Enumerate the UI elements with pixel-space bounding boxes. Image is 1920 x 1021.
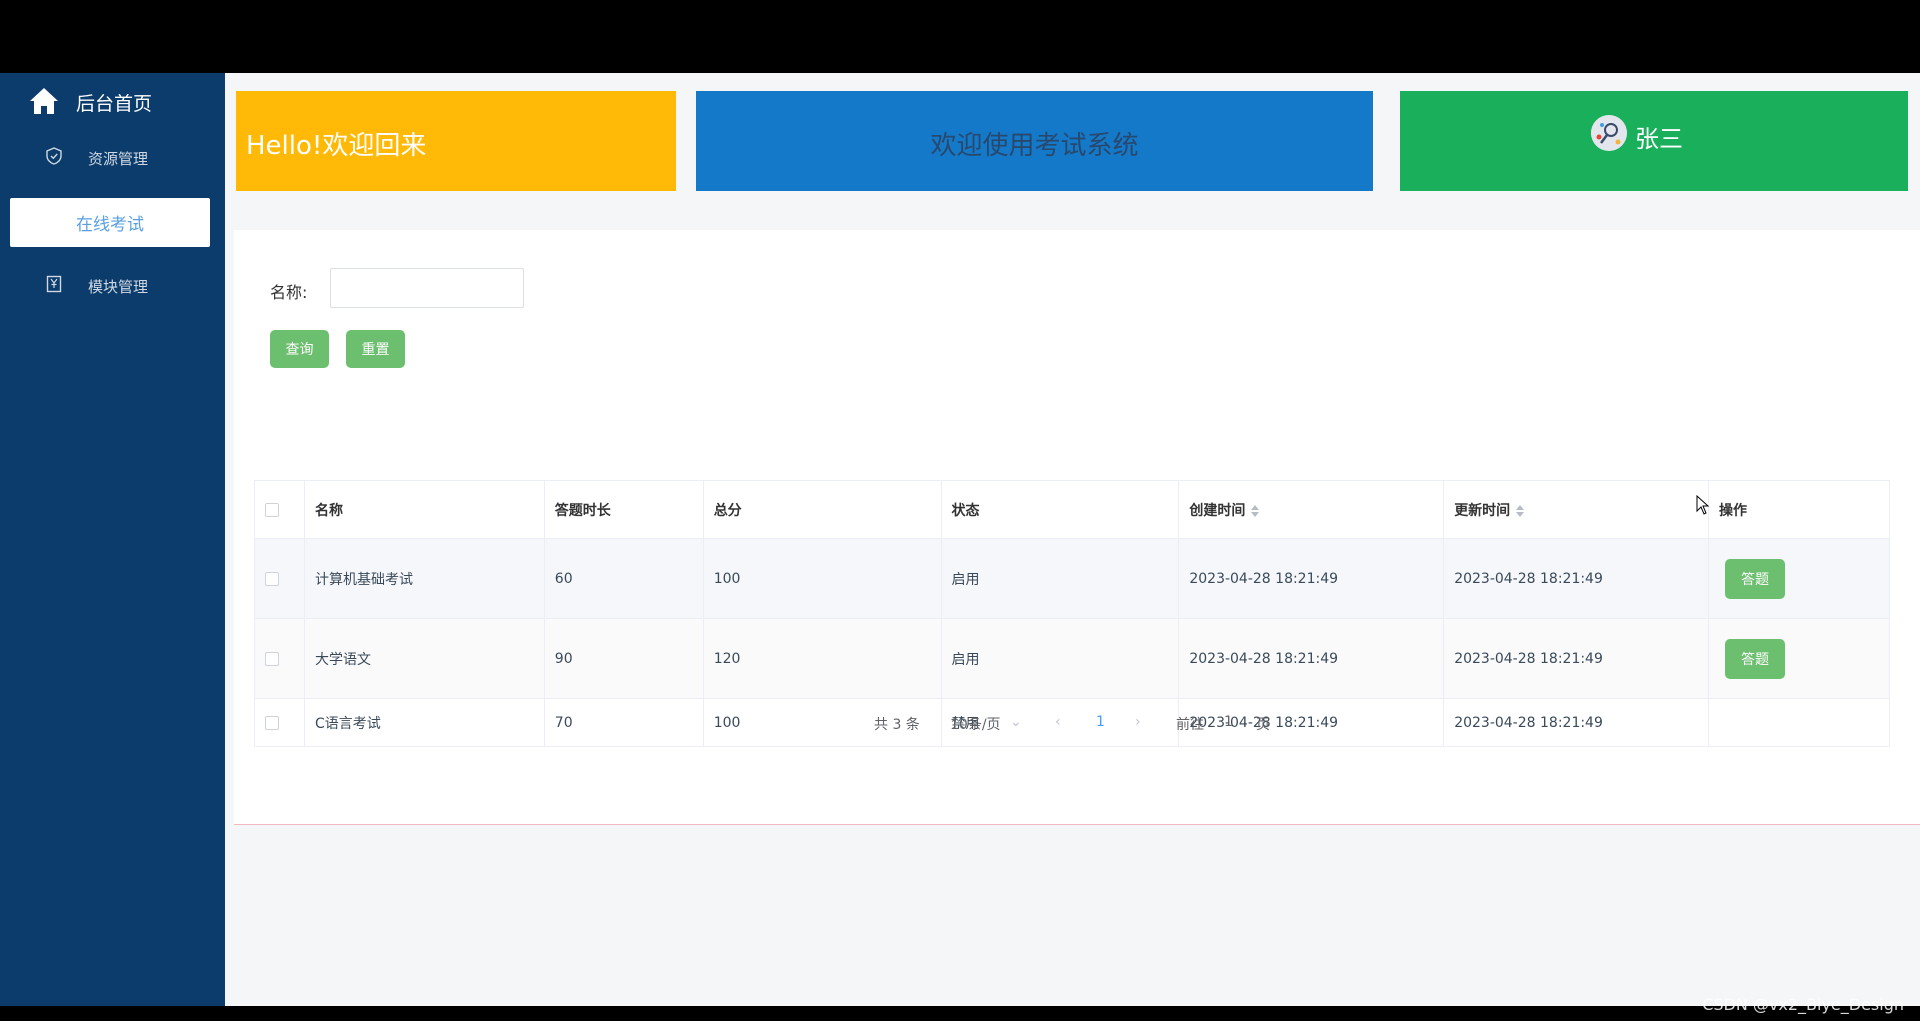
goto-page-input[interactable]: 1: [1224, 714, 1233, 730]
cell-score: 100: [702, 538, 942, 619]
cell-score: 120: [702, 618, 942, 699]
watermark: CSDN @vx2_Biye_Design: [1702, 995, 1904, 1014]
username: 张三: [1635, 125, 1683, 153]
sidebar-item-label: 资源管理: [88, 150, 149, 168]
cell-created: 2023-04-28 18:21:49: [1178, 538, 1444, 619]
app-frame: 后台首页 资源管理 在线考试 模块管理 Hello!欢迎回来 欢迎使用考试系统: [0, 73, 1920, 1014]
table-header-row: 名称 答题时长 总分 状态 创建时间 更新时间 操作: [254, 480, 1890, 539]
column-header-label: 更新时间: [1454, 502, 1511, 519]
column-header-actions: 操作: [1708, 480, 1890, 539]
hello-text: Hello!欢迎回来: [246, 131, 427, 161]
column-header-updated[interactable]: 更新时间: [1443, 480, 1709, 539]
cell-name: 计算机基础考试: [303, 538, 545, 619]
reset-button[interactable]: 重置: [346, 330, 405, 368]
cell-actions: 答题: [1708, 618, 1890, 699]
cell-name: 大学语文: [303, 618, 545, 699]
sidebar-item-modules[interactable]: 模块管理: [0, 256, 225, 312]
sidebar-item-label: 模块管理: [88, 278, 149, 296]
chevron-down-icon[interactable]: ⌄: [1010, 714, 1022, 730]
search-label: 名称:: [270, 283, 308, 302]
cell-duration: 60: [543, 538, 704, 619]
search-input[interactable]: [330, 268, 524, 308]
column-header-name: 名称: [303, 480, 545, 539]
goto-suffix: 页: [1256, 717, 1270, 733]
answer-button[interactable]: 答题: [1725, 558, 1786, 599]
cell-updated: 2023-04-28 18:21:49: [1443, 618, 1709, 699]
sort-icon[interactable]: [1516, 504, 1525, 517]
column-header-label: 创建时间: [1189, 502, 1246, 519]
cell-updated: 2023-04-28 18:21:49: [1443, 538, 1709, 619]
home-icon: [30, 88, 58, 114]
column-header-score: 总分: [702, 480, 942, 539]
shield-icon: [46, 147, 62, 165]
exam-table: 名称 答题时长 总分 状态 创建时间 更新时间 操作 计算机基础考试 60 10…: [254, 480, 1890, 747]
sidebar: 后台首页 资源管理 在线考试 模块管理: [0, 73, 225, 1006]
select-all-checkbox[interactable]: [265, 502, 279, 517]
next-page-icon[interactable]: ›: [1135, 714, 1141, 730]
column-header-status: 状态: [940, 480, 1179, 539]
bookmark-icon: [46, 275, 62, 293]
avatar-image: [1591, 115, 1627, 151]
column-header-duration: 答题时长: [543, 480, 704, 539]
sidebar-home-label: 后台首页: [76, 93, 153, 115]
cell-duration: 90: [543, 618, 704, 699]
query-button[interactable]: 查询: [270, 330, 329, 368]
hello-card: Hello!欢迎回来: [236, 91, 676, 191]
cell-created: 2023-04-28 18:21:49: [1178, 618, 1444, 699]
pagination-total: 共 3 条: [874, 717, 920, 733]
pagination: 共 3 条 10条/页 ⌄ ‹ 1 › 前往 1 页: [234, 714, 1920, 734]
table-row[interactable]: 大学语文 90 120 启用 2023-04-28 18:21:49 2023-…: [254, 618, 1890, 699]
main-panel: 名称: 查询 重置 名称 答题时长 总分 状态 创建时间 更新时间 操作 计算机…: [234, 230, 1920, 825]
sidebar-item-resources[interactable]: 资源管理: [0, 129, 225, 185]
sidebar-item-home[interactable]: 后台首页: [0, 73, 225, 129]
sidebar-item-label: 在线考试: [10, 198, 210, 247]
goto-prefix: 前往: [1176, 717, 1204, 733]
column-header-created[interactable]: 创建时间: [1178, 480, 1444, 539]
sort-icon[interactable]: [1251, 504, 1260, 517]
cell-status: 启用: [940, 618, 1179, 699]
sidebar-item-online-exam[interactable]: 在线考试: [0, 188, 225, 258]
welcome-text: 欢迎使用考试系统: [930, 131, 1139, 161]
row-checkbox[interactable]: [265, 571, 279, 586]
prev-page-icon[interactable]: ‹: [1055, 714, 1061, 730]
welcome-card: 欢迎使用考试系统: [696, 91, 1373, 191]
table-row[interactable]: 计算机基础考试 60 100 启用 2023-04-28 18:21:49 20…: [254, 538, 1890, 619]
avatar[interactable]: [1591, 115, 1627, 151]
cell-status: 启用: [940, 538, 1179, 619]
page-size-select[interactable]: 10条/页: [950, 714, 1001, 734]
user-card: 张三: [1400, 91, 1908, 191]
answer-button[interactable]: 答题: [1725, 638, 1786, 679]
row-checkbox[interactable]: [265, 651, 279, 666]
mouse-cursor-icon: [1696, 495, 1710, 515]
current-page[interactable]: 1: [1096, 714, 1105, 730]
cell-actions: 答题: [1708, 538, 1890, 619]
